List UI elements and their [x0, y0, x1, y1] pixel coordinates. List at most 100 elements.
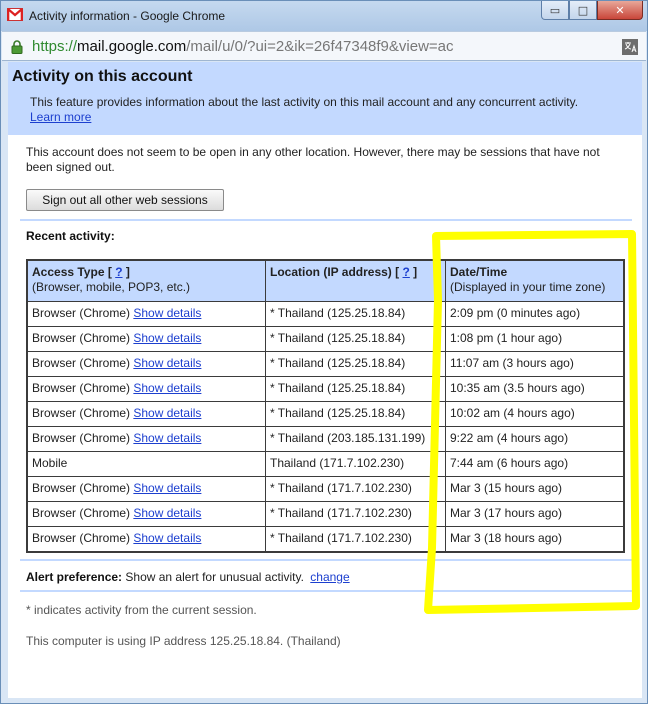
datetime-cell: 2:09 pm (0 minutes ago) [445, 301, 624, 327]
access-type-value: Browser (Chrome) [32, 306, 131, 320]
location-cell: * Thailand (171.7.102.230) [265, 476, 446, 502]
show-details-link[interactable]: Show details [133, 381, 201, 395]
location-cell: * Thailand (125.25.18.84) [265, 401, 446, 427]
header-box: Activity on this account This feature pr… [8, 62, 642, 135]
url-host: mail.google.com [77, 38, 187, 55]
access-type-cell: Browser (Chrome) Show details [27, 476, 266, 502]
header-description: This feature provides information about … [30, 95, 579, 109]
divider [20, 590, 632, 592]
learn-more-link[interactable]: Learn more [30, 110, 91, 124]
table-row: Browser (Chrome) Show details * Thailand … [27, 426, 624, 452]
table-row: Browser (Chrome) Show details * Thailand … [27, 501, 624, 527]
change-alert-link[interactable]: change [310, 570, 349, 584]
divider [20, 559, 632, 561]
table-row: Browser (Chrome) Show details * Thailand … [27, 376, 624, 402]
show-details-link[interactable]: Show details [133, 331, 201, 345]
show-details-link[interactable]: Show details [133, 356, 201, 370]
address-bar[interactable]: https://mail.google.com/mail/u/0/?ui=2&i… [2, 31, 646, 61]
show-details-link[interactable]: Show details [133, 306, 201, 320]
location-help-link[interactable]: ? [403, 265, 410, 279]
header-access-type: Access Type [ ? ] (Browser, mobile, POP3… [27, 260, 266, 302]
table-row: Browser (Chrome) Show details * Thailand … [27, 401, 624, 427]
url-scheme: https:// [32, 38, 78, 55]
window-title: Activity information - Google Chrome [29, 9, 226, 23]
table-header-row: Access Type [ ? ] (Browser, mobile, POP3… [27, 260, 624, 302]
table-row: Browser (Chrome) Show details * Thailand … [27, 351, 624, 377]
location-cell: * Thailand (171.7.102.230) [265, 526, 446, 552]
maximize-button[interactable]: □ [569, 1, 597, 20]
url-path: /mail/u/0/?ui=2&ik=26f47348f9&view=ac [186, 38, 454, 55]
location-cell: * Thailand (125.25.18.84) [265, 351, 446, 377]
datetime-cell: 9:22 am (4 hours ago) [445, 426, 624, 452]
gmail-icon [7, 8, 23, 21]
datetime-cell: 7:44 am (6 hours ago) [445, 451, 624, 477]
url-text[interactable]: https://mail.google.com/mail/u/0/?ui=2&i… [32, 38, 454, 55]
datetime-cell: Mar 3 (17 hours ago) [445, 501, 624, 527]
access-type-value: Browser (Chrome) [32, 481, 131, 495]
recent-activity-label: Recent activity: [26, 229, 115, 243]
title-bar[interactable]: Activity information - Google Chrome ▭ □… [1, 1, 647, 31]
access-type-help-link[interactable]: ? [115, 265, 122, 279]
access-type-cell: Browser (Chrome) Show details [27, 326, 266, 352]
location-cell: * Thailand (171.7.102.230) [265, 501, 446, 527]
access-type-value: Mobile [32, 456, 68, 470]
location-cell: * Thailand (125.25.18.84) [265, 326, 446, 352]
show-details-link[interactable]: Show details [133, 431, 201, 445]
datetime-cell: Mar 3 (18 hours ago) [445, 526, 624, 552]
access-type-title: Access Type [32, 265, 105, 279]
access-type-value: Browser (Chrome) [32, 531, 131, 545]
access-type-value: Browser (Chrome) [32, 331, 131, 345]
access-type-value: Browser (Chrome) [32, 431, 131, 445]
show-details-link[interactable]: Show details [133, 406, 201, 420]
access-type-value: Browser (Chrome) [32, 506, 131, 520]
access-type-cell: Browser (Chrome) Show details [27, 301, 266, 327]
datetime-title: Date/Time [450, 265, 508, 279]
alert-preference: Alert preference: Show an alert for unus… [26, 570, 350, 584]
show-details-link[interactable]: Show details [133, 531, 201, 545]
sign-out-all-sessions-button[interactable]: Sign out all other web sessions [26, 189, 224, 211]
lock-icon [11, 40, 23, 54]
page-content: Activity on this account This feature pr… [8, 62, 642, 698]
alert-label: Alert preference: [26, 570, 123, 584]
close-button[interactable]: ✕ [597, 1, 643, 20]
datetime-cell: 11:07 am (3 hours ago) [445, 351, 624, 377]
table-row: Mobile Thailand (171.7.102.230) 7:44 am (6… [27, 451, 624, 477]
current-session-footnote: * indicates activity from the current se… [26, 603, 257, 617]
alert-text: Show an alert for unusual activity. [125, 570, 304, 584]
show-details-link[interactable]: Show details [133, 481, 201, 495]
page-title: Activity on this account [12, 68, 193, 85]
datetime-cell: 10:02 am (4 hours ago) [445, 401, 624, 427]
minimize-button[interactable]: ▭ [541, 1, 569, 20]
access-type-cell: Browser (Chrome) Show details [27, 426, 266, 452]
access-type-value: Browser (Chrome) [32, 356, 131, 370]
location-title: Location (IP address) [270, 265, 392, 279]
datetime-cell: 1:08 pm (1 hour ago) [445, 326, 624, 352]
browser-window: Activity information - Google Chrome ▭ □… [0, 0, 648, 704]
access-type-cell: Browser (Chrome) Show details [27, 376, 266, 402]
access-type-cell: Browser (Chrome) Show details [27, 526, 266, 552]
datetime-cell: Mar 3 (15 hours ago) [445, 476, 624, 502]
header-location: Location (IP address) [ ? ] [265, 260, 446, 302]
access-type-value: Browser (Chrome) [32, 406, 131, 420]
session-notice: This account does not seem to be open in… [26, 145, 600, 174]
table-row: Browser (Chrome) Show details * Thailand … [27, 301, 624, 327]
access-type-cell: Mobile [27, 451, 266, 477]
table-row: Browser (Chrome) Show details * Thailand … [27, 526, 624, 552]
access-type-cell: Browser (Chrome) Show details [27, 351, 266, 377]
location-cell: * Thailand (125.25.18.84) [265, 376, 446, 402]
header-datetime: Date/Time (Displayed in your time zone) [445, 260, 624, 302]
datetime-subtitle: (Displayed in your time zone) [450, 280, 606, 294]
location-cell: Thailand (171.7.102.230) [265, 451, 446, 477]
window-controls: ▭ □ ✕ [541, 1, 643, 21]
ip-address-note: This computer is using IP address 125.25… [26, 634, 341, 648]
show-details-link[interactable]: Show details [133, 506, 201, 520]
location-cell: * Thailand (125.25.18.84) [265, 301, 446, 327]
access-type-cell: Browser (Chrome) Show details [27, 401, 266, 427]
access-type-cell: Browser (Chrome) Show details [27, 501, 266, 527]
divider [20, 219, 632, 221]
location-cell: * Thailand (203.185.131.199) [265, 426, 446, 452]
datetime-cell: 10:35 am (3.5 hours ago) [445, 376, 624, 402]
translate-icon[interactable] [622, 39, 638, 55]
access-type-subtitle: (Browser, mobile, POP3, etc.) [32, 280, 191, 294]
access-type-value: Browser (Chrome) [32, 381, 131, 395]
